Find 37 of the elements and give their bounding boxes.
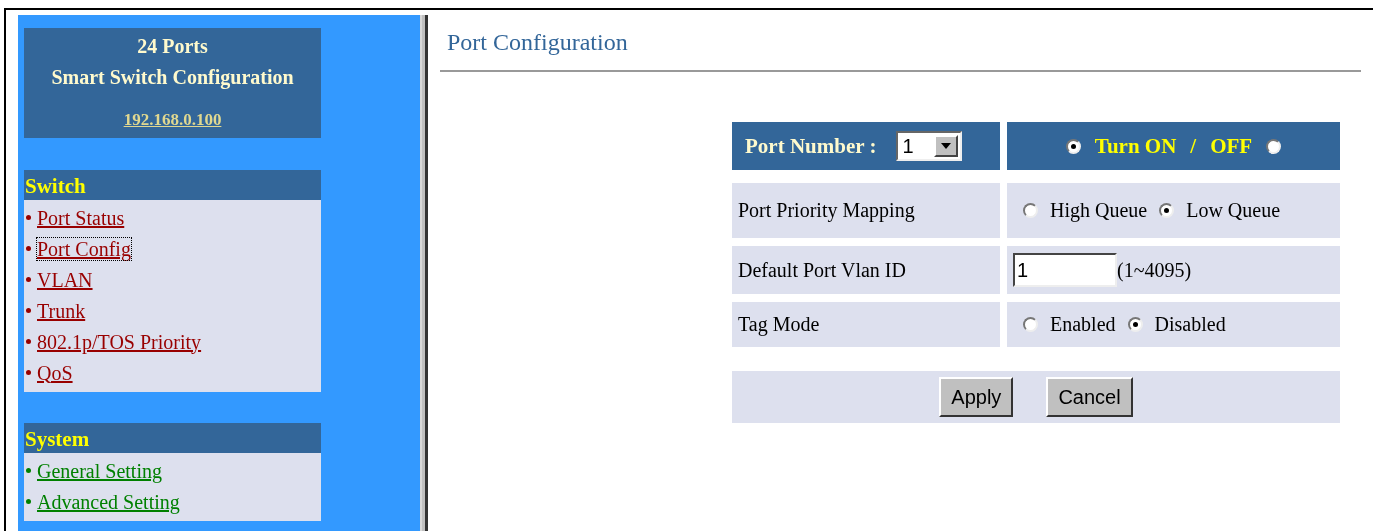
section-title: System	[24, 423, 321, 453]
option-label: Low Queue	[1186, 199, 1281, 222]
field-label: Tag Mode	[738, 313, 820, 336]
port-number-label: Port Number :	[745, 133, 877, 159]
option-label: High Queue	[1050, 199, 1148, 222]
radio-button[interactable]	[1065, 138, 1081, 154]
radio-button[interactable]	[1266, 138, 1282, 154]
menu-link[interactable]: Port Config	[37, 237, 131, 260]
section-title: Switch	[24, 170, 321, 200]
field-label: Port Priority Mapping	[738, 199, 915, 222]
ip-address-link[interactable]: 192.168.0.100	[123, 110, 222, 130]
menu-link[interactable]: Advanced Setting	[37, 490, 180, 513]
separator: /	[1190, 133, 1197, 159]
header-title: 24 Ports	[137, 34, 208, 59]
radio-button[interactable]	[1127, 317, 1143, 332]
power-option-label: Turn ON	[1094, 133, 1177, 159]
splitter[interactable]	[420, 15, 428, 531]
option-label: Disabled	[1154, 313, 1226, 336]
radio-button[interactable]	[1023, 203, 1038, 218]
apply-button[interactable]: Apply	[939, 377, 1014, 417]
field-label: Default Port Vlan ID	[738, 258, 906, 282]
menu-link[interactable]: Trunk	[37, 299, 86, 322]
menu-link[interactable]: VLAN	[37, 268, 93, 291]
vlan-id-field[interactable]: 1	[1013, 253, 1117, 287]
port-number-select[interactable]: 1	[896, 131, 963, 161]
option-label: Enabled	[1050, 313, 1116, 336]
header-title: Smart Switch Configuration	[51, 65, 294, 91]
menu-link[interactable]: General Setting	[37, 459, 162, 482]
page-title: Port Configuration	[440, 15, 1361, 72]
radio-button[interactable]	[1159, 203, 1175, 218]
power-option-label: OFF	[1210, 133, 1253, 159]
menu-link[interactable]: QoS	[37, 361, 73, 384]
radio-button[interactable]	[1023, 317, 1038, 332]
cancel-button[interactable]: Cancel	[1046, 377, 1133, 417]
menu-link[interactable]: 802.1p/TOS Priority	[37, 330, 202, 353]
menu-link[interactable]: Port Status	[37, 206, 125, 229]
range-hint: (1~4095)	[1117, 258, 1192, 282]
